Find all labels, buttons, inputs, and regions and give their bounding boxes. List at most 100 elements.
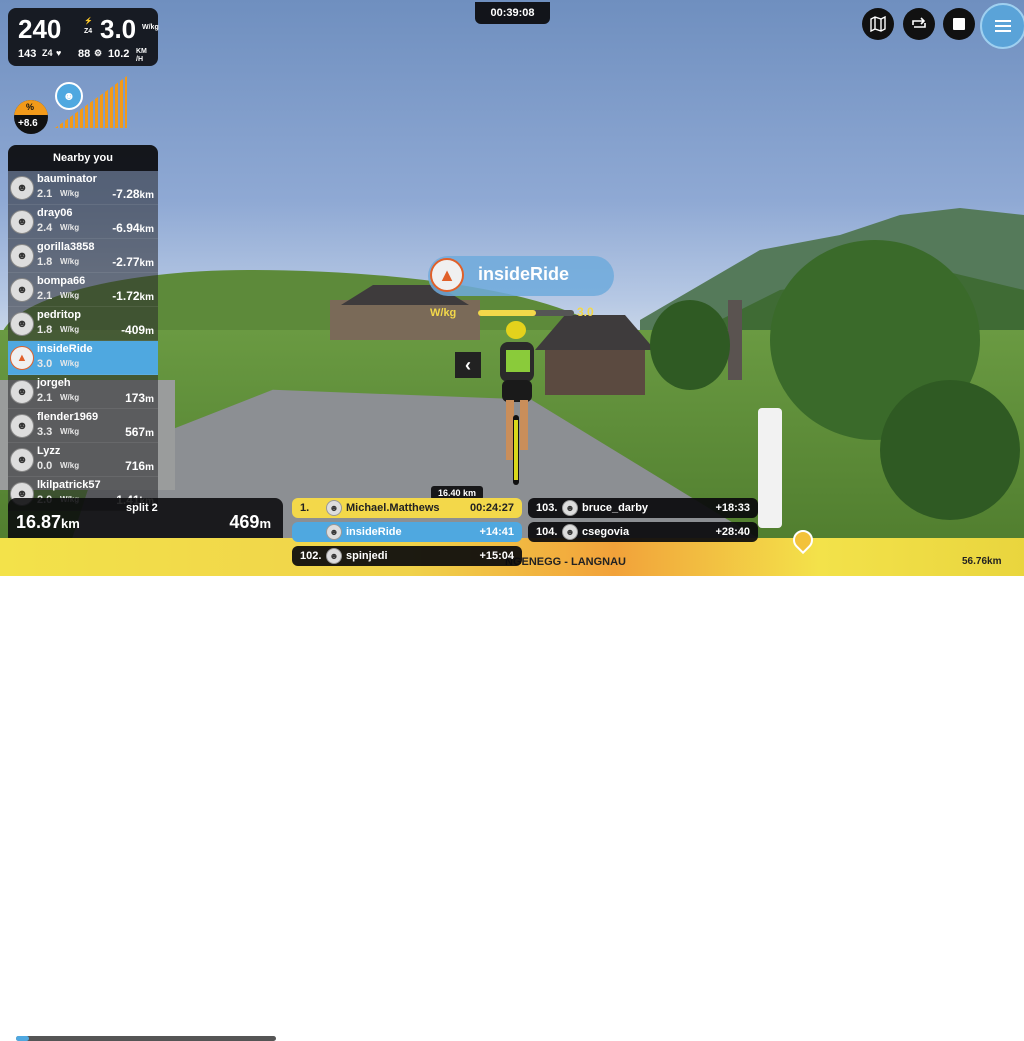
nearby-rider-row[interactable]: ☻ flender1969 3.3 W/kg 567m bbox=[8, 409, 158, 443]
nearby-rider-row[interactable]: ☻ gorilla3858 1.8 W/kg -2.77km bbox=[8, 239, 158, 273]
rider-tag-power-fill bbox=[478, 310, 536, 316]
rider-distance: -6.94km bbox=[112, 221, 154, 235]
rider-avatar: ☻ bbox=[10, 210, 34, 234]
leaderboard-position: 104. bbox=[536, 526, 558, 538]
leaderboard-time: +15:04 bbox=[479, 550, 514, 562]
split-remaining: 469m bbox=[229, 512, 271, 533]
nearby-title: Nearby you bbox=[8, 145, 158, 171]
power-zone-icon: ⚡ bbox=[84, 18, 93, 25]
nearby-rider-row[interactable]: ☻ bauminator 2.1 W/kg -7.28km bbox=[8, 171, 158, 205]
leaderboard-entry[interactable]: 103. ☻ bruce_darby +18:33 bbox=[528, 498, 758, 518]
heart-icon: ♥ bbox=[56, 48, 62, 58]
rider-avatar: ☻ bbox=[10, 414, 34, 438]
rider-name: pedritop bbox=[37, 309, 81, 321]
rider-tag-avatar: ▲ bbox=[430, 258, 464, 292]
nearby-rider-row[interactable]: ☻ dray06 2.4 W/kg -6.94km bbox=[8, 205, 158, 239]
rider-name: bauminator bbox=[37, 173, 97, 185]
gradient-value: +8.6 bbox=[18, 118, 38, 129]
stats-panel: 240 ⚡ Z4 3.0 W/kg 143 Z4 ♥ 88 ⚙ 10.2 KM … bbox=[8, 8, 159, 66]
rider-wkg-unit: W/kg bbox=[60, 325, 80, 334]
rider-wkg: 2.1 bbox=[37, 188, 53, 200]
wkg-unit: W/kg bbox=[142, 24, 159, 31]
nearby-rider-row[interactable]: ▲ insideRide 3.0 W/kg bbox=[8, 341, 158, 375]
speed-unit-bottom: /H bbox=[136, 56, 143, 63]
leaderboard-entry[interactable]: 104. ☻ csegovia +28:40 bbox=[528, 522, 758, 542]
rider-distance-unit: m bbox=[145, 326, 154, 337]
rider-distance-unit: km bbox=[139, 190, 154, 201]
power-value: 240 bbox=[18, 14, 62, 44]
house bbox=[330, 300, 480, 340]
split-progress-bar bbox=[16, 1036, 276, 1041]
rider-tag-name: insideRide bbox=[478, 264, 570, 284]
repeat-button[interactable] bbox=[903, 8, 935, 40]
split-distance: 16.87km bbox=[16, 512, 80, 533]
cyclist-avatar bbox=[500, 321, 534, 485]
elevation-profile-icon bbox=[55, 76, 127, 128]
menu-button[interactable] bbox=[980, 3, 1024, 49]
leaderboard-position: 102. bbox=[300, 550, 322, 562]
rider-name-tag: ▲ insideRide bbox=[428, 256, 614, 296]
nearby-panel: Nearby you ☻ bauminator 2.1 W/kg -7.28km ☻ dra… bbox=[8, 145, 158, 511]
leaderboard-avatar: ☻ bbox=[326, 500, 342, 516]
rider-avatar: ☻ bbox=[10, 380, 34, 404]
stop-button[interactable] bbox=[943, 8, 975, 40]
rider-wkg: 0.0 bbox=[37, 460, 53, 472]
rider-distance-value: -7.28 bbox=[112, 187, 140, 201]
leaderboard-name: Michael.Matthews bbox=[346, 502, 440, 514]
rider-name: Lyzz bbox=[37, 445, 61, 457]
tree bbox=[880, 380, 1020, 520]
rider-distance-unit: km bbox=[139, 292, 154, 303]
rider-avatar: ☻ bbox=[10, 176, 34, 200]
rider-name: jorgeh bbox=[37, 377, 71, 389]
rider-distance: -2.77km bbox=[112, 255, 154, 269]
rider-wkg-unit: W/kg bbox=[60, 461, 80, 470]
rider-avatar: ☻ bbox=[10, 312, 34, 336]
leaderboard-time: +18:33 bbox=[715, 502, 750, 514]
rider-distance: -1.72km bbox=[112, 289, 154, 303]
cadence-value: 88 bbox=[78, 48, 91, 60]
leaderboard-entry[interactable]: 1. ☻ Michael.Matthews 00:24:27 bbox=[292, 498, 522, 518]
rider-name: insideRide bbox=[37, 343, 93, 355]
rider-tag-wkg-value: 3.0 bbox=[577, 305, 594, 319]
stop-icon bbox=[953, 18, 965, 30]
rider-wkg: 2.1 bbox=[37, 392, 53, 404]
nearby-rider-row[interactable]: ☻ pedritop 1.8 W/kg -409m bbox=[8, 307, 158, 341]
rider-wkg: 1.8 bbox=[37, 256, 53, 268]
nearby-rider-row[interactable]: ☻ bompa66 2.1 W/kg -1.72km bbox=[8, 273, 158, 307]
leaderboard-name: spinjedi bbox=[346, 550, 388, 562]
rider-wkg: 1.8 bbox=[37, 324, 53, 336]
tree bbox=[650, 300, 730, 390]
road-sign-chevron: ‹ bbox=[455, 352, 481, 378]
nearby-rider-row[interactable]: ☻ Lyzz 0.0 W/kg 716m bbox=[8, 443, 158, 477]
split-progress-fill bbox=[16, 1036, 29, 1041]
power-zone: Z4 bbox=[84, 28, 93, 35]
rider-distance-unit: m bbox=[145, 394, 154, 405]
rider-name: dray06 bbox=[37, 207, 73, 219]
split-remaining-unit: m bbox=[259, 516, 271, 531]
farmhouse bbox=[545, 345, 645, 395]
leaderboard-time: 00:24:27 bbox=[469, 502, 514, 514]
rider-distance: 716m bbox=[125, 459, 154, 473]
leaderboard-name: insideRide bbox=[346, 526, 402, 538]
rider-distance-unit: m bbox=[145, 462, 154, 473]
leaderboard-entry[interactable]: 102. ☻ spinjedi +15:04 bbox=[292, 546, 522, 566]
rider-avatar: ☻ bbox=[10, 278, 34, 302]
nearby-rider-row[interactable]: ☻ jorgeh 2.1 W/kg 173m bbox=[8, 375, 158, 409]
rider-distance-unit: km bbox=[139, 224, 154, 235]
rider-wkg: 2.4 bbox=[37, 222, 53, 234]
map-button[interactable] bbox=[862, 8, 894, 40]
rider-name: lkilpatrick57 bbox=[37, 479, 101, 491]
rider-distance-value: 567 bbox=[125, 425, 146, 439]
split-distance-value: 16.87 bbox=[16, 512, 62, 532]
wkg-value: 3.0 bbox=[100, 14, 137, 44]
rider-name: bompa66 bbox=[37, 275, 86, 287]
leaderboard-entry[interactable]: ☻ insideRide +14:41 bbox=[292, 522, 522, 542]
road-post bbox=[758, 408, 782, 528]
rider-distance-unit: km bbox=[139, 258, 154, 269]
rider-wkg: 3.0 bbox=[37, 358, 53, 370]
church-tower bbox=[728, 300, 742, 380]
split-label: split 2 bbox=[126, 502, 158, 514]
leaderboard-time: +14:41 bbox=[479, 526, 514, 538]
rider-distance: 173m bbox=[125, 391, 154, 405]
rider-distance-value: 716 bbox=[125, 459, 146, 473]
